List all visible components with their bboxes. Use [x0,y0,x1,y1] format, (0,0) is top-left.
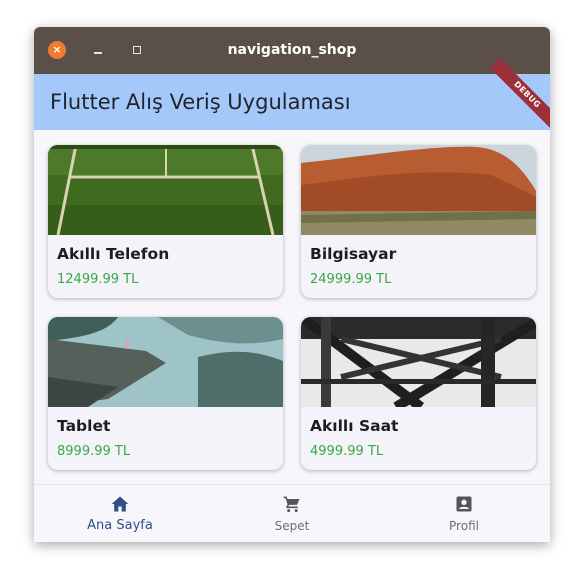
tennis-court-photo [48,145,283,235]
product-price: 24999.99 TL [310,272,392,287]
desert-rock-photo [301,145,536,235]
product-card[interactable]: Tablet 8999.99 TL [48,317,283,470]
product-card[interactable]: Bilgisayar 24999.99 TL [301,145,536,298]
nav-label: Ana Sayfa [87,518,153,533]
app-window: × navigation_shop Flutter Alış Veriş Uyg… [34,27,550,542]
product-price: 8999.99 TL [57,444,131,459]
cliff-lake-photo [48,317,283,407]
nav-item-cart[interactable]: Sepet [206,485,378,542]
home-icon [111,496,129,512]
product-name: Akıllı Saat [310,417,399,435]
app-bar: Flutter Alış Veriş Uygulaması DEBUG [34,58,550,132]
nav-item-home[interactable]: Ana Sayfa [34,485,206,542]
window-title: navigation_shop [227,42,357,58]
page-title: Flutter Alış Veriş Uygulaması [50,90,351,114]
nav-label: Profil [449,519,479,533]
product-name: Bilgisayar [310,245,397,263]
product-price: 12499.99 TL [57,272,139,287]
window-titlebar[interactable]: × navigation_shop [34,27,550,74]
product-card[interactable]: Akıllı Telefon 12499.99 TL [48,145,283,298]
profile-icon [456,496,472,512]
product-price: 4999.99 TL [310,444,384,459]
nav-label: Sepet [274,519,310,533]
cart-icon [283,496,300,513]
product-name: Akıllı Telefon [57,245,170,263]
bottom-navigation: Ana Sayfa Sepet Profil [34,484,550,542]
product-grid: Akıllı Telefon 12499.99 TL Bilgisayar 24… [34,130,550,484]
steel-bridge-photo [301,317,536,407]
product-card[interactable]: Akıllı Saat 4999.99 TL [301,317,536,470]
product-name: Tablet [57,417,111,435]
nav-item-profile[interactable]: Profil [378,485,550,542]
